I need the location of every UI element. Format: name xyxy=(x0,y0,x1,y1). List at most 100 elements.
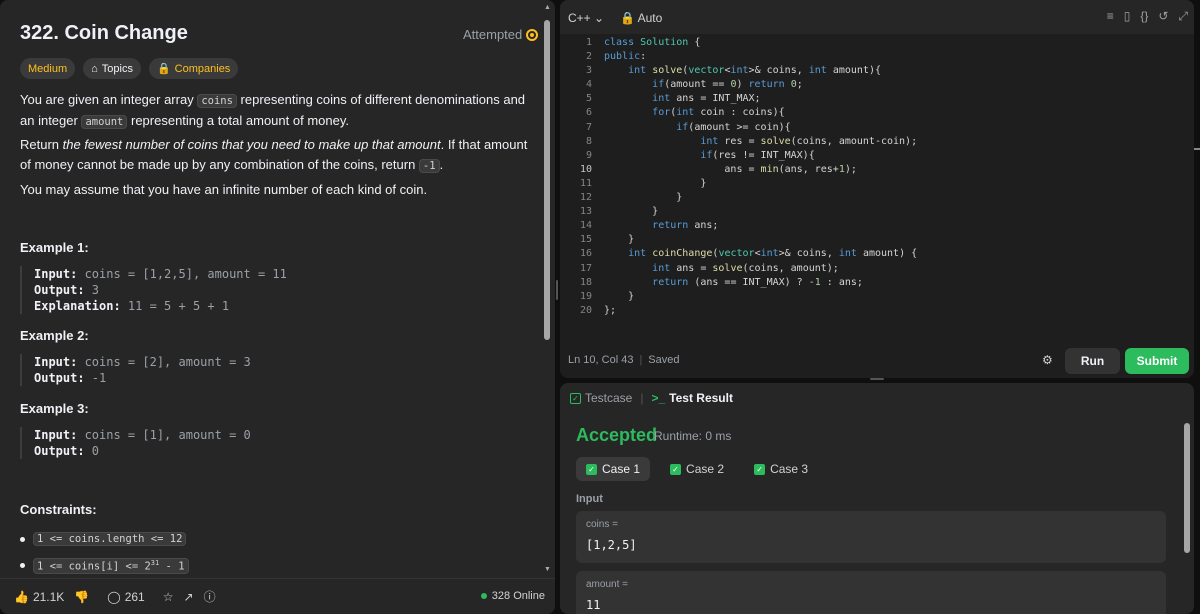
online-count: 328 Online xyxy=(480,590,545,602)
share-button[interactable]: ↗ xyxy=(184,590,194,604)
expand-icon[interactable]: ⤢ xyxy=(1178,9,1188,24)
scroll-up-arrow[interactable]: ▲ xyxy=(544,4,551,11)
help-icon: ⓘ xyxy=(203,590,216,604)
test-result-panel: ✓ Testcase | >_ Test Result Accepted Run… xyxy=(560,383,1194,614)
code-line: 13 } xyxy=(579,206,659,218)
format-icon[interactable]: ≡ xyxy=(1107,9,1114,24)
code-line: 14 return ans; xyxy=(579,220,719,232)
code-line: 18 return (ans == INT_MAX) ? -1 : ans; xyxy=(579,276,863,288)
code-line: 6 for(int coin : coins){ xyxy=(585,107,785,119)
favorite-button[interactable]: ☆ xyxy=(163,590,174,604)
horizontal-resize-handle[interactable] xyxy=(870,378,884,380)
case-tab-3[interactable]: ✓ Case 3 xyxy=(744,457,818,481)
description-footer: 👍 21.1K 👎 ◯ 261 ☆ ↗ ⓘ 328 Online xyxy=(0,578,555,614)
code-line: 9 if(res != INT_MAX){ xyxy=(585,149,815,161)
code-line: 19 } xyxy=(579,290,635,302)
param-box-coins: coins = [1,2,5] xyxy=(576,511,1166,563)
constraint-1: 1 <= coins.length <= 12 xyxy=(20,532,187,546)
example-2-title: Example 2: xyxy=(20,328,89,343)
editor-toolbar: ≡ ▯ {} ↺ ⤢ xyxy=(1107,9,1188,24)
constraint-2: 1 <= coins[i] <= 231 - 1 xyxy=(20,558,189,574)
auto-mode-toggle[interactable]: 🔒 Auto xyxy=(620,11,662,25)
attempted-status: Attempted xyxy=(463,27,539,42)
example-1-title: Example 1: xyxy=(20,240,89,255)
thumbs-down-icon: 👎 xyxy=(74,589,90,604)
run-button[interactable]: Run xyxy=(1065,348,1120,374)
lock-icon: 🔒 xyxy=(156,63,171,75)
case-tab-1[interactable]: ✓ Case 1 xyxy=(576,457,651,481)
comments-button[interactable]: ◯ 261 xyxy=(107,590,144,604)
check-icon: ✓ xyxy=(754,463,766,475)
online-dot-icon xyxy=(480,593,487,599)
code-line: 2 public: xyxy=(585,51,647,63)
case-tabs: ✓ Case 1 ✓ Case 2 ✓ Case 3 xyxy=(576,457,818,481)
reset-icon[interactable]: ↺ xyxy=(1158,9,1168,24)
lock-icon: 🔒 xyxy=(620,11,635,25)
code-line: 8 int res = solve(coins, amount-coin); xyxy=(585,135,918,147)
example-3-title: Example 3: xyxy=(20,401,89,416)
vertical-resize-handle[interactable] xyxy=(556,280,558,300)
submit-button[interactable]: Submit xyxy=(1125,348,1189,374)
like-button[interactable]: 👍 21.1K xyxy=(14,590,64,604)
code-line: 4 if(amount == 0) return 0; xyxy=(585,79,803,91)
description-paragraph-2: Return the fewest number of coins that y… xyxy=(20,137,528,173)
code-line: 3 int solve(vector<int>& coins, int amou… xyxy=(585,65,882,77)
example-2-block: Input: coins = [2], amount = 3 Output: -… xyxy=(20,354,535,386)
tab-test-result[interactable]: >_ Test Result xyxy=(651,391,732,405)
param-box-amount: amount = 11 xyxy=(576,571,1166,614)
description-paragraph-3: You may assume that you have an infinite… xyxy=(20,182,428,197)
result-tabs: ✓ Testcase | >_ Test Result xyxy=(570,391,733,405)
code-line: 5 int ans = INT_MAX; xyxy=(585,93,761,105)
braces-icon[interactable]: {} xyxy=(1140,9,1148,24)
case-tab-2[interactable]: ✓ Case 2 xyxy=(660,457,734,481)
bullet xyxy=(20,563,25,569)
checkbox-icon: ✓ xyxy=(570,392,581,404)
code-line: 12 } xyxy=(579,192,683,204)
code-line: 1 class Solution { xyxy=(585,37,701,48)
example-3-block: Input: coins = [1], amount = 0 Output: 0 xyxy=(20,427,535,459)
debug-icon[interactable]: ⚙ xyxy=(1042,353,1053,367)
difficulty-badge: Medium xyxy=(20,58,76,79)
code-line: 7 if(amount >= coin){ xyxy=(585,121,791,133)
code-line: 10 ans = min(ans, res+1); xyxy=(579,163,857,175)
help-button[interactable]: ⓘ xyxy=(204,588,216,605)
code-line: 20}; xyxy=(579,304,617,316)
code-area[interactable]: 1 class Solution { 2 public: 3 int solve(v… xyxy=(560,36,1194,318)
window-edge xyxy=(1194,0,1200,614)
problem-title[interactable]: 322. Coin Change xyxy=(20,22,188,45)
runtime-label: Runtime: 0 ms xyxy=(654,429,732,443)
tab-testcase[interactable]: ✓ Testcase xyxy=(570,391,632,405)
tag-icon: ⌂ xyxy=(91,62,98,75)
attempted-label: Attempted xyxy=(463,27,523,42)
share-icon: ↗ xyxy=(183,589,194,604)
chevron-down-icon: ⌄ xyxy=(594,11,605,25)
input-section-label: Input xyxy=(576,493,603,505)
code-line: 11 } xyxy=(579,177,707,189)
code-editor-panel: C++ ⌄ 🔒 Auto ≡ ▯ {} ↺ ⤢ 1 class Solution … xyxy=(560,0,1194,378)
description-scrollbar[interactable] xyxy=(543,8,551,578)
description-paragraph-1: You are given an integer array coins rep… xyxy=(20,92,526,129)
result-scrollbar[interactable] xyxy=(1184,423,1190,603)
companies-tag[interactable]: 🔒 Companies xyxy=(148,58,239,79)
code-line: 16 int coinChange(vector<int>& coins, in… xyxy=(579,248,918,260)
language-select[interactable]: C++ ⌄ xyxy=(568,11,604,25)
code-line: 15 } xyxy=(579,234,635,246)
example-1-block: Input: coins = [1,2,5], amount = 11 Outp… xyxy=(20,266,535,314)
constraints-title: Constraints: xyxy=(20,502,97,517)
star-icon: ☆ xyxy=(162,589,174,604)
editor-status: Ln 10, Col 43 | Saved xyxy=(568,354,680,366)
thumbs-up-icon: 👍 xyxy=(14,589,29,604)
check-icon: ✓ xyxy=(586,463,597,475)
editor-header: C++ ⌄ 🔒 Auto ≡ ▯ {} ↺ ⤢ xyxy=(560,0,1194,34)
verdict-label: Accepted xyxy=(576,425,658,445)
comment-icon: ◯ xyxy=(107,589,121,604)
dislike-button[interactable]: 👎 xyxy=(74,590,89,604)
terminal-icon: >_ xyxy=(651,391,666,405)
bullet xyxy=(20,536,25,542)
bookmark-icon[interactable]: ▯ xyxy=(1124,9,1131,24)
code-line: 17 int ans = solve(coins, amount); xyxy=(579,262,839,274)
topics-tag[interactable]: ⌂ Topics xyxy=(83,58,141,79)
attempted-icon xyxy=(526,28,539,41)
scroll-down-arrow[interactable]: ▼ xyxy=(544,566,551,573)
description-panel: 322. Coin Change Attempted Medium ⌂ Topi… xyxy=(0,0,555,614)
